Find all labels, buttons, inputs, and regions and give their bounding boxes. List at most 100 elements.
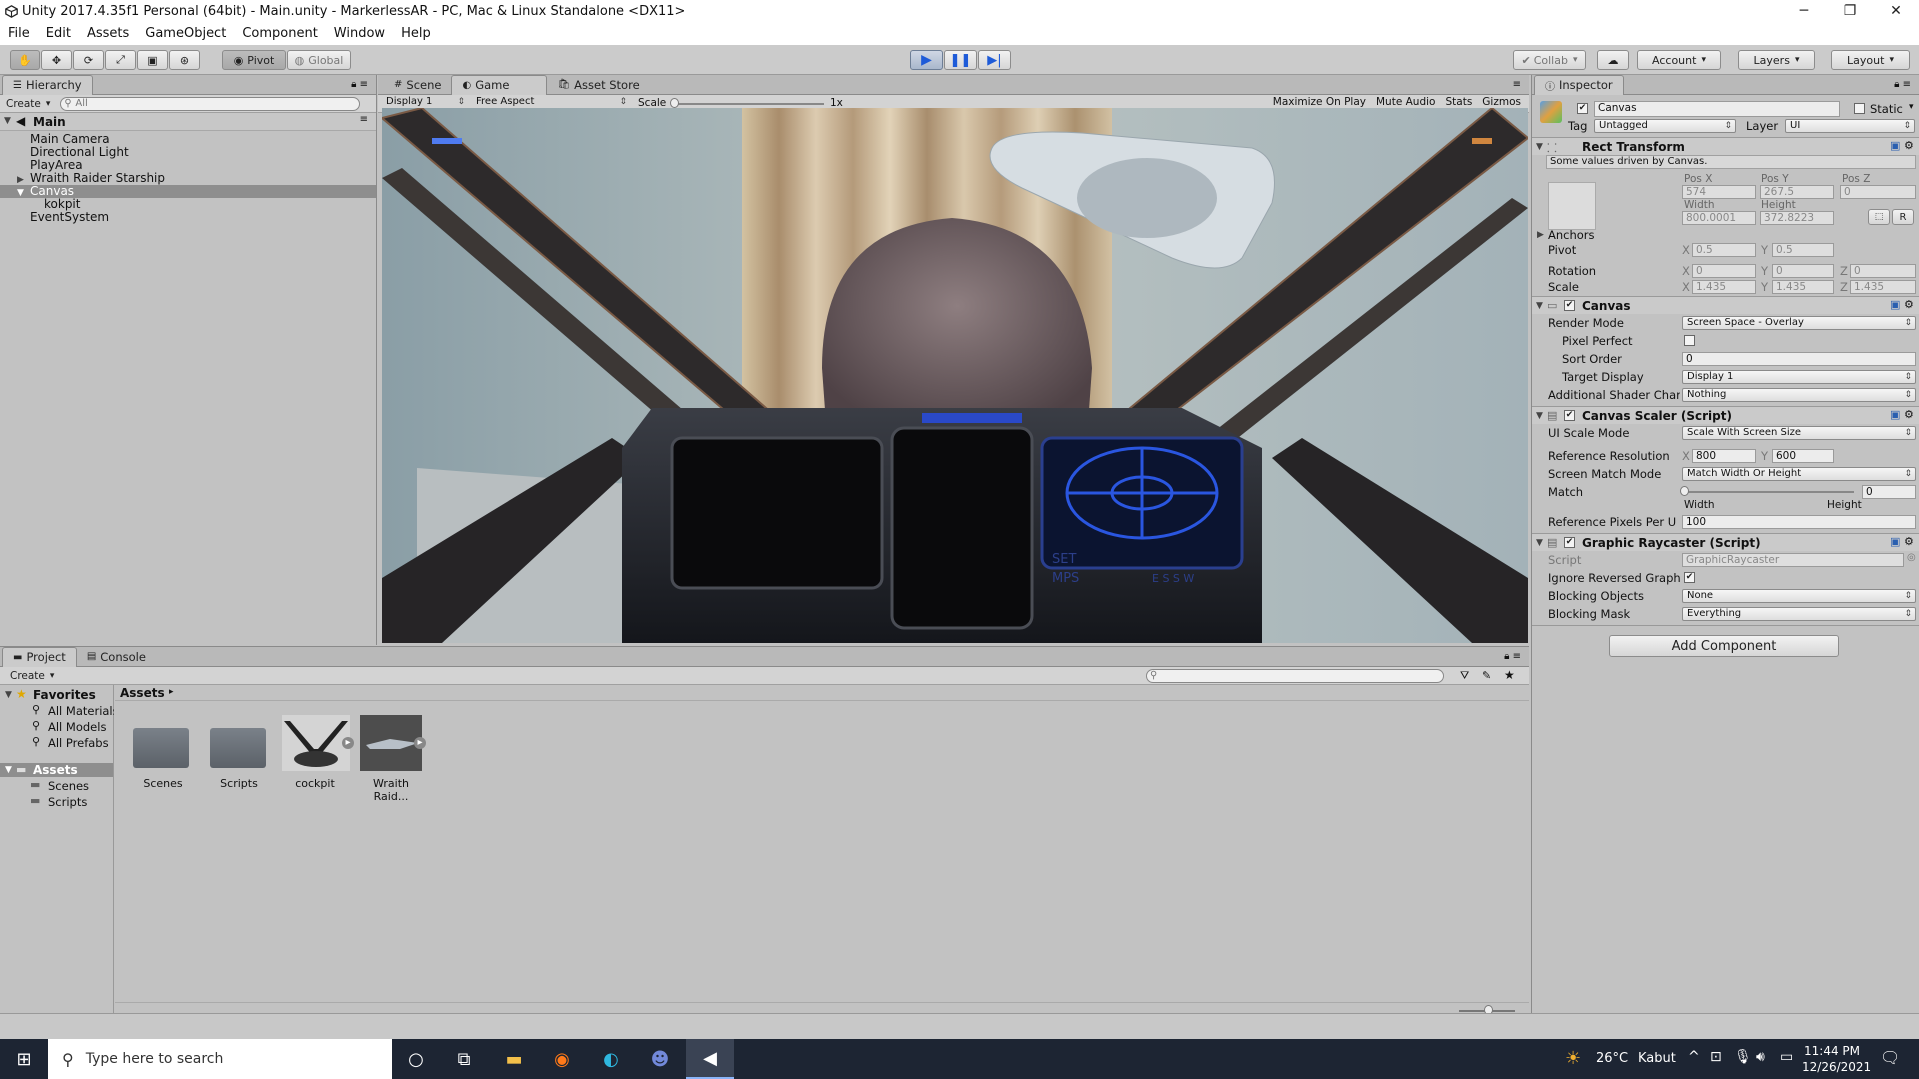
gizmos-dropdown[interactable]: Gizmos (1482, 96, 1521, 108)
mute-audio-toggle[interactable]: Mute Audio (1376, 96, 1435, 108)
tab-project[interactable]: ▬ Project (2, 646, 77, 667)
project-search-input[interactable]: ⚲ (1146, 669, 1444, 683)
volume-icon[interactable]: 🔊︎ (1756, 1049, 1765, 1065)
posz-field[interactable]: 0 (1840, 185, 1916, 199)
edge-button[interactable]: ◐ (587, 1039, 635, 1079)
hierarchy-search-input[interactable]: ⚲ All (60, 96, 361, 111)
menu-assets[interactable]: Assets (79, 24, 137, 45)
canvas-scaler-enabled-checkbox[interactable]: ✔ (1564, 410, 1575, 421)
anchors-triangle-icon[interactable]: ▶ (1537, 230, 1544, 240)
help-icon[interactable]: ▣ (1890, 408, 1900, 421)
scale-slider-thumb[interactable] (670, 98, 679, 108)
layer-dropdown[interactable]: UI (1785, 119, 1915, 133)
canvas-scaler-header[interactable]: ▼ ▤ ✔ Canvas Scaler (Script) ▣ ⚙ (1532, 406, 1919, 424)
pause-button[interactable]: ❚❚ (944, 50, 977, 70)
scene-header[interactable]: ▼ ◀ Main ≡ (0, 113, 376, 131)
expand-triangle-icon[interactable]: ▼ (4, 116, 11, 126)
account-dropdown[interactable]: Account (1637, 50, 1721, 70)
move-tool-button[interactable]: ✥ (41, 50, 72, 70)
screen-match-mode-dropdown[interactable]: Match Width Or Height (1682, 467, 1916, 481)
project-create-button[interactable]: Create (4, 668, 60, 684)
tab-hierarchy[interactable]: ☰ Hierarchy (2, 74, 93, 95)
tree-folder-scripts[interactable]: Scripts (48, 795, 87, 809)
collapse-triangle-icon[interactable]: ▼ (1536, 142, 1543, 152)
tree-folder-scenes[interactable]: Scenes (48, 779, 89, 793)
maximize-on-play-toggle[interactable]: Maximize On Play (1273, 96, 1366, 108)
tag-dropdown[interactable]: Untagged (1594, 119, 1736, 133)
object-picker-icon[interactable]: ◎ (1907, 552, 1916, 563)
network-icon[interactable]: ⊡ (1710, 1049, 1722, 1065)
display-icon[interactable]: ▭ (1780, 1049, 1793, 1065)
static-checkbox[interactable] (1854, 103, 1865, 114)
inspector-lock-icon[interactable]: 🔒︎ ≡ (1894, 79, 1911, 90)
rotation-z-field[interactable]: 0 (1850, 264, 1916, 278)
rotation-x-field[interactable]: 0 (1692, 264, 1756, 278)
rotation-y-field[interactable]: 0 (1772, 264, 1834, 278)
active-checkbox[interactable]: ✔ (1577, 103, 1588, 114)
taskbar-clock[interactable]: 11:44 PM 12/26/2021 (1802, 1043, 1871, 1075)
collapse-triangle-icon[interactable]: ▼ (5, 765, 12, 775)
asset-folder-scenes[interactable] (133, 722, 191, 772)
favorite-all-prefabs[interactable]: All Prefabs (48, 736, 109, 750)
ignore-reversed-checkbox[interactable]: ✔ (1684, 572, 1695, 583)
menu-edit[interactable]: Edit (38, 24, 79, 45)
taskbar-search-box[interactable]: ⚲ Type here to search (48, 1039, 392, 1079)
gear-icon[interactable]: ⚙ (1904, 408, 1914, 421)
weather-temperature[interactable]: 26°C (1596, 1051, 1628, 1066)
collapse-triangle-icon[interactable]: ▼ (1536, 538, 1543, 548)
scale-y-field[interactable]: 1.435 (1772, 280, 1834, 294)
expand-asset-icon[interactable]: ▸ (414, 737, 426, 749)
pixel-perfect-checkbox[interactable] (1684, 335, 1695, 346)
collab-dropdown[interactable]: ✔ Collab (1513, 50, 1586, 70)
scale-z-field[interactable]: 1.435 (1850, 280, 1916, 294)
height-field[interactable]: 372.8223 (1760, 211, 1834, 225)
collapse-triangle-icon[interactable]: ▼ (1536, 301, 1543, 311)
blocking-objects-dropdown[interactable]: None (1682, 589, 1916, 603)
width-field[interactable]: 800.0001 (1682, 211, 1756, 225)
maximize-button[interactable]: ❐ (1827, 0, 1873, 24)
cortana-button[interactable]: ○ (392, 1039, 440, 1079)
gear-icon[interactable]: ⚙ (1904, 298, 1914, 311)
raycaster-enabled-checkbox[interactable]: ✔ (1564, 537, 1575, 548)
gear-icon[interactable]: ⚙ (1904, 139, 1914, 152)
expand-asset-icon[interactable]: ▸ (342, 737, 354, 749)
menu-help[interactable]: Help (393, 24, 439, 45)
gameobject-icon[interactable] (1540, 101, 1562, 123)
transform-tool-button[interactable]: ⊛ (169, 50, 200, 70)
unity-taskbar-button[interactable]: ◀ (686, 1039, 734, 1079)
tab-console[interactable]: ▤ Console (77, 647, 156, 667)
gear-icon[interactable]: ⚙ (1904, 535, 1914, 548)
minimize-button[interactable]: ─ (1781, 0, 1827, 24)
shader-channels-dropdown[interactable]: Nothing (1682, 388, 1916, 402)
filter-label-icon[interactable]: ✎ (1482, 669, 1491, 682)
favorites-triangle-icon[interactable]: ▼ (5, 690, 12, 700)
project-lock-icon[interactable]: 🔒︎ ≡ (1504, 651, 1521, 662)
raw-edit-button[interactable]: R (1892, 209, 1914, 225)
rect-transform-header[interactable]: ▼ ⸬ Rect Transform ▣ ⚙ (1532, 137, 1919, 155)
collapse-triangle-icon[interactable]: ▼ (1536, 411, 1543, 421)
static-dropdown-icon[interactable]: ▾ (1909, 102, 1914, 112)
scene-menu-icon[interactable]: ≡ (360, 114, 368, 125)
breadcrumb-assets[interactable]: Assets (120, 686, 165, 700)
pixels-per-unit-field[interactable]: 100 (1682, 515, 1916, 529)
layers-dropdown[interactable]: Layers (1738, 50, 1815, 70)
blueprint-button[interactable]: ⬚ (1868, 209, 1890, 225)
canvas-enabled-checkbox[interactable]: ✔ (1564, 300, 1575, 311)
render-mode-dropdown[interactable]: Screen Space - Overlay (1682, 316, 1916, 330)
scale-slider-track[interactable] (674, 103, 824, 105)
rotate-tool-button[interactable]: ⟳ (73, 50, 104, 70)
panel-menu-icon[interactable]: ≡ (1513, 79, 1521, 90)
windows-start-button[interactable]: ⊞ (0, 1039, 48, 1079)
anchor-presets-button[interactable] (1548, 182, 1596, 230)
target-display-dropdown[interactable]: Display 1 (1682, 370, 1916, 384)
close-button[interactable]: ✕ (1873, 0, 1919, 24)
tab-inspector[interactable]: ⓘ Inspector (1534, 74, 1624, 95)
asset-cockpit[interactable]: ▸ (282, 715, 354, 771)
stats-toggle[interactable]: Stats (1445, 96, 1472, 108)
hand-tool-button[interactable]: ✋ (10, 50, 40, 70)
hierarchy-item-canvas[interactable]: ▼ Canvas (0, 185, 376, 198)
collapse-triangle-icon[interactable]: ▼ (17, 187, 24, 200)
tray-chevron-icon[interactable]: ^ (1688, 1049, 1700, 1065)
menu-component[interactable]: Component (234, 24, 325, 45)
menu-gameobject[interactable]: GameObject (137, 24, 234, 45)
